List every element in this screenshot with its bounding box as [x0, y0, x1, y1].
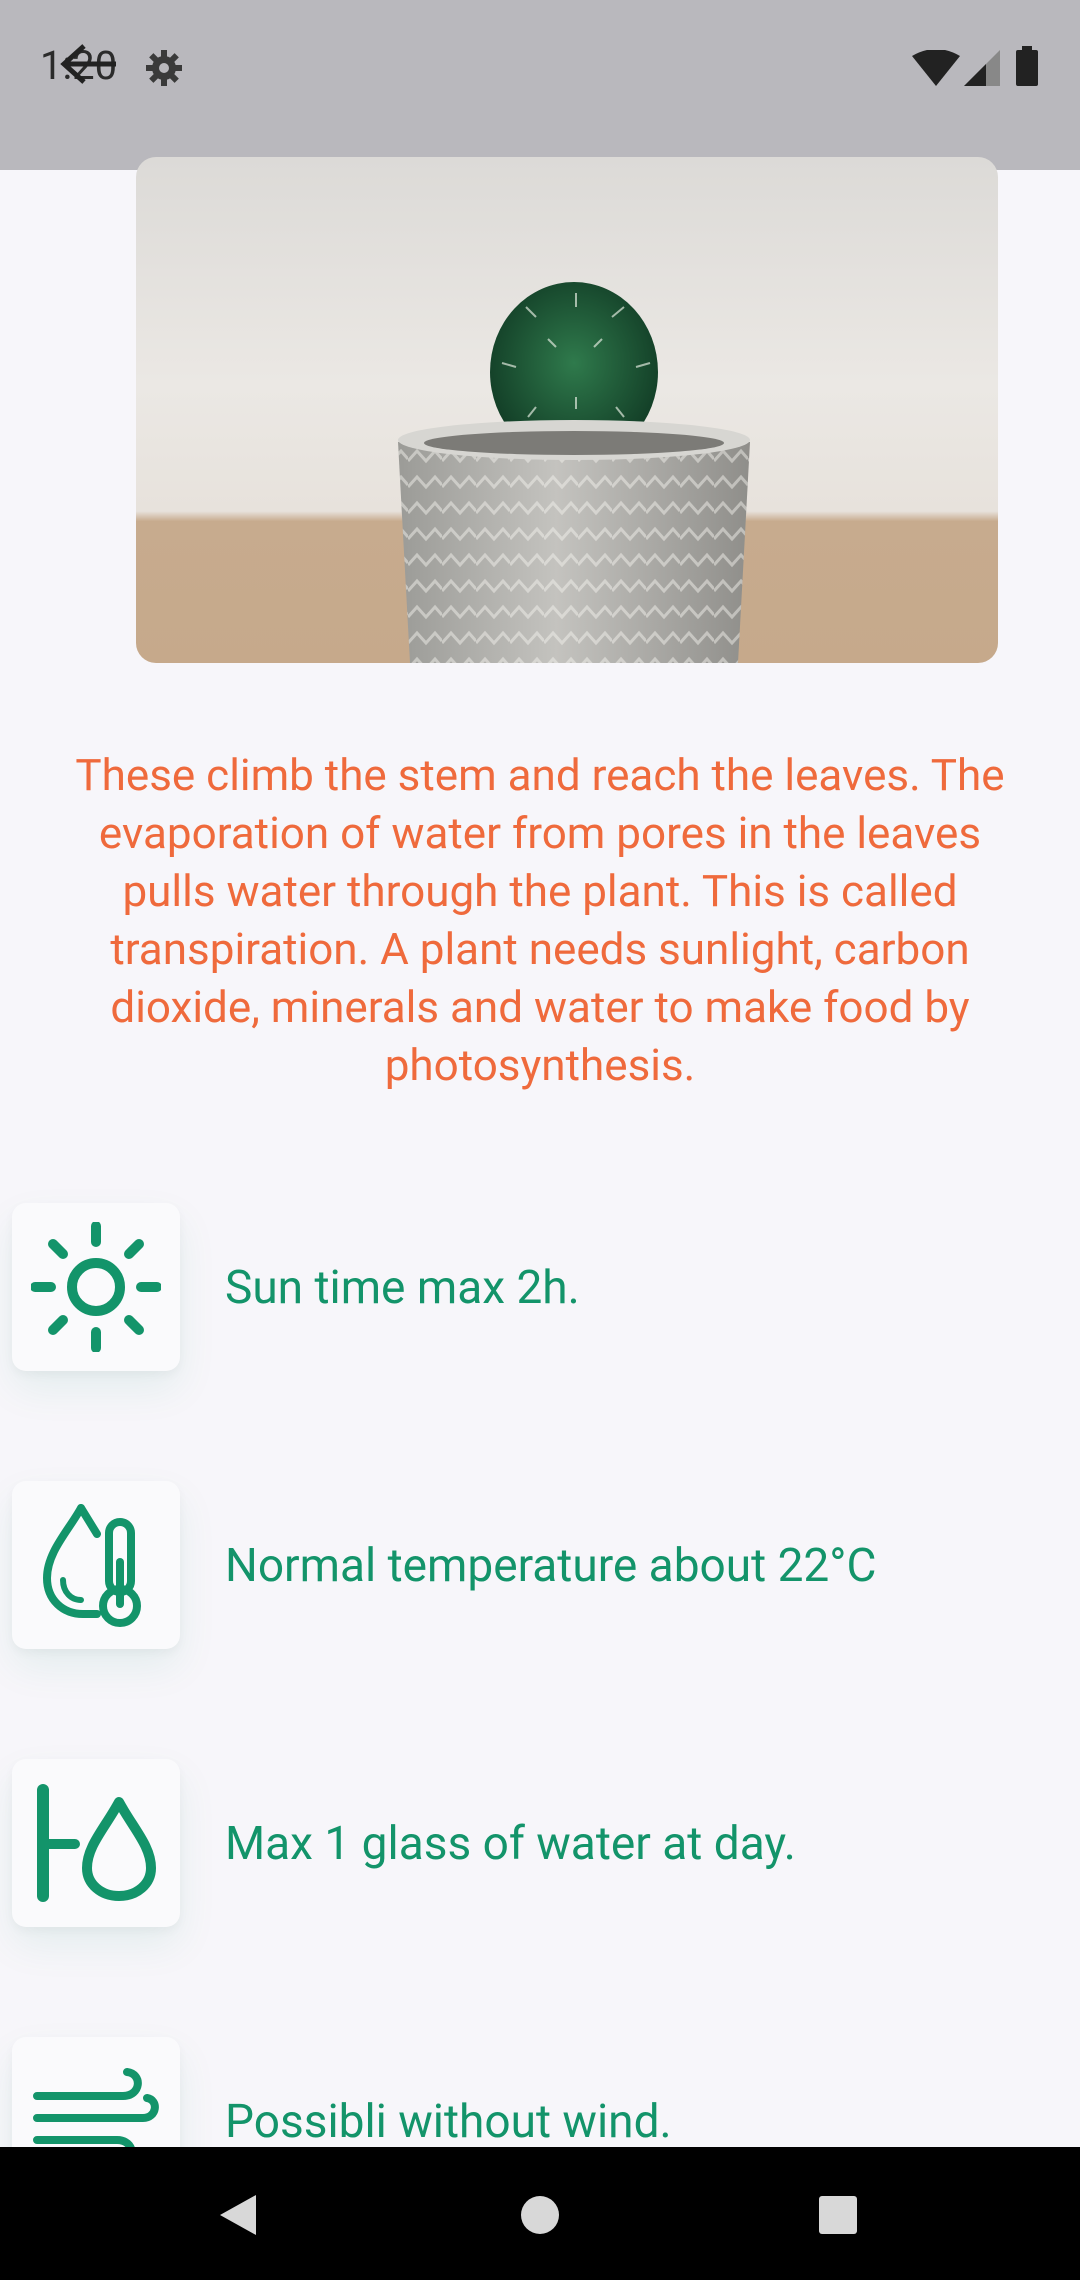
thermometer-drop-icon	[42, 1504, 141, 1627]
sun-icon-card	[12, 1203, 180, 1371]
thermometer-icon-card	[12, 1481, 180, 1649]
sun-icon	[31, 1222, 161, 1352]
battery-icon	[1016, 46, 1038, 86]
care-item-temperature: Normal temperature about 22°C	[0, 1481, 1080, 1651]
water-tap-drop-icon	[37, 1784, 156, 1902]
nav-recents-icon[interactable]	[818, 2195, 858, 2235]
navigation-bar	[0, 2147, 1080, 2280]
wifi-icon	[912, 50, 960, 86]
back-arrow-icon[interactable]	[54, 40, 118, 88]
care-item-text: Normal temperature about 22°C	[225, 1539, 877, 1593]
nav-home-icon[interactable]	[520, 2195, 560, 2235]
water-icon-card	[12, 1759, 180, 1927]
gear-icon	[146, 50, 182, 86]
care-item-text: Sun time max 2h.	[225, 1261, 580, 1315]
plant-description: These climb the stem and reach the leave…	[75, 749, 1005, 1091]
care-item-sun: Sun time max 2h.	[0, 1203, 1080, 1373]
signal-icon	[964, 50, 1000, 86]
nav-back-icon[interactable]	[218, 2193, 258, 2237]
cactus-pot-illustration	[398, 282, 750, 663]
care-item-water: Max 1 glass of water at day.	[0, 1759, 1080, 1929]
status-bar: 1:20	[0, 0, 1080, 170]
care-item-text: Possibli without wind.	[225, 2095, 672, 2149]
plant-image	[136, 157, 998, 663]
care-item-text: Max 1 glass of water at day.	[225, 1817, 796, 1871]
